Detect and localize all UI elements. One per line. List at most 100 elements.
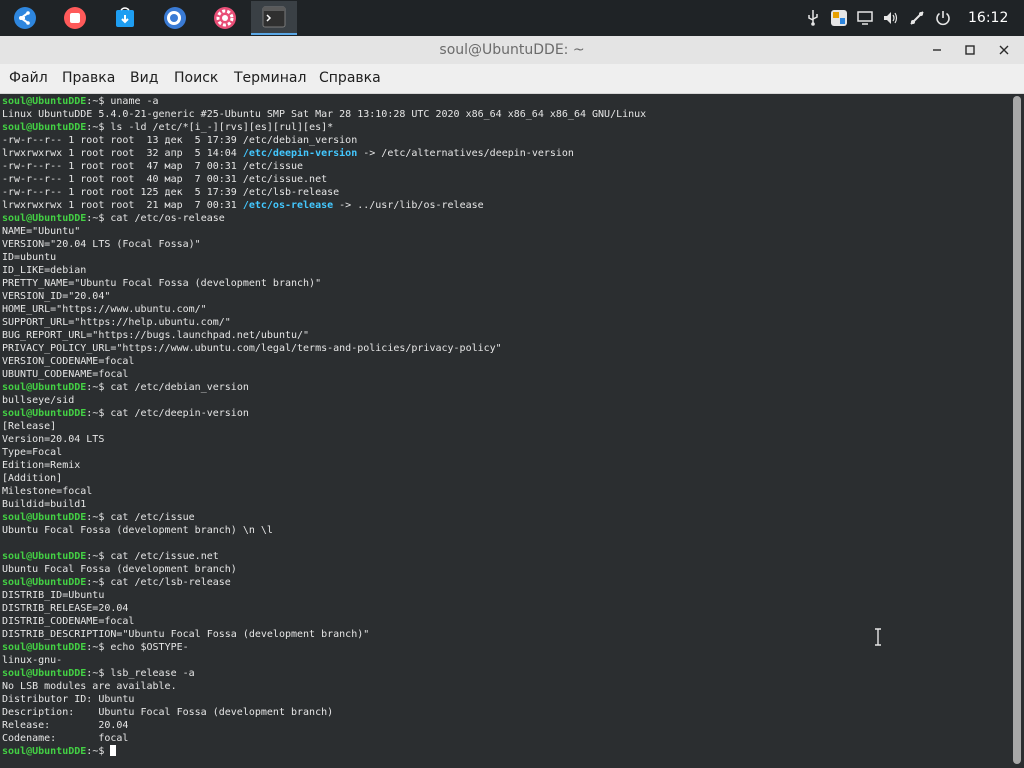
symlink-target: -> /etc/alternatives/deepin-version	[357, 148, 574, 159]
output-line: lrwxrwxrwx 1 root root 21 мар 7 00:31 /e…	[2, 199, 484, 212]
prompt-user: soul@UbuntuDDE	[2, 642, 87, 653]
command-text: cat /etc/issue.net	[110, 551, 219, 562]
output-line: -rw-r--r-- 1 root root 125 дек 5 17:39 /…	[2, 187, 340, 198]
menu-help[interactable]: Справка	[319, 70, 381, 86]
output-line: Milestone=focal	[2, 486, 93, 497]
prompt-line: soul@UbuntuDDE:~$ cat /etc/issue.net	[2, 550, 219, 563]
output-line: SUPPORT_URL="https://help.ubuntu.com/"	[2, 317, 231, 328]
output-line: BUG_REPORT_URL="https://bugs.launchpad.n…	[2, 330, 310, 341]
launcher-icon[interactable]	[11, 4, 39, 32]
command-text: cat /etc/issue	[110, 512, 195, 523]
terminal-cursor	[110, 745, 117, 756]
prompt-user: soul@UbuntuDDE	[2, 408, 87, 419]
prompt-line: soul@UbuntuDDE:~$ uname -a	[2, 95, 159, 108]
prompt-path: :~$	[86, 577, 111, 588]
output-line: Release: 20.04	[2, 720, 129, 731]
output-line: VERSION="20.04 LTS (Focal Fossa)"	[2, 239, 201, 250]
terminal-icon[interactable]	[251, 1, 297, 35]
prompt-user: soul@UbuntuDDE	[2, 577, 87, 588]
output-line: VERSION_CODENAME=focal	[2, 356, 135, 367]
settings-icon[interactable]	[211, 4, 239, 32]
prompt-path: :~$	[86, 551, 111, 562]
menu-bar: Файл Правка Вид Поиск Терминал Справка	[0, 64, 1024, 94]
prompt-path: :~$	[86, 96, 111, 107]
menu-file[interactable]: Файл	[9, 70, 48, 86]
scrollbar[interactable]	[1010, 94, 1024, 768]
output-line: lrwxrwxrwx 1 root root 32 апр 5 14:04 /e…	[2, 147, 574, 160]
prompt-user: soul@UbuntuDDE	[2, 668, 87, 679]
listing-meta: lrwxrwxrwx 1 root root 32 апр 5 14:04	[2, 148, 243, 159]
output-line: [Release]	[2, 421, 57, 432]
menu-view[interactable]: Вид	[130, 70, 158, 86]
prompt-line: soul@UbuntuDDE:~$ cat /etc/lsb-release	[2, 576, 231, 589]
prompt-user: soul@UbuntuDDE	[2, 746, 87, 757]
maximize-button[interactable]	[959, 40, 981, 60]
output-line: HOME_URL="https://www.ubuntu.com/"	[2, 304, 207, 315]
prompt-line: soul@UbuntuDDE:~$ cat /etc/deepin-versio…	[2, 407, 249, 420]
command-text: ls -ld /etc/*[i_-][rvs][es][rul][es]*	[110, 122, 334, 133]
output-line: VERSION_ID="20.04"	[2, 291, 111, 302]
network-icon[interactable]	[906, 7, 928, 29]
usb-icon[interactable]	[802, 7, 824, 29]
top-dock: 16:12	[0, 0, 1024, 36]
output-line: -rw-r--r-- 1 root root 47 мар 7 00:31 /e…	[2, 161, 304, 172]
listing-meta: lrwxrwxrwx 1 root root 21 мар 7 00:31	[2, 200, 243, 211]
display-icon[interactable]	[854, 7, 876, 29]
system-tray: 16:12	[802, 0, 1008, 36]
output-line: PRETTY_NAME="Ubuntu Focal Fossa (develop…	[2, 278, 322, 289]
prompt-line: soul@UbuntuDDE:~$ cat /etc/debian_versio…	[2, 381, 249, 394]
symlink-target: -> ../usr/lib/os-release	[333, 200, 484, 211]
command-text: cat /etc/lsb-release	[110, 577, 231, 588]
minimize-button[interactable]	[926, 40, 948, 60]
output-line: Description: Ubuntu Focal Fossa (develop…	[2, 707, 334, 718]
screen-recorder-icon[interactable]	[61, 4, 89, 32]
output-line: [Addition]	[2, 473, 63, 484]
terminal-window: soul@UbuntuDDE: ~ Файл Правка Вид Поиск …	[0, 36, 1024, 768]
output-line: NAME="Ubuntu"	[2, 226, 81, 237]
output-line: Linux UbuntuDDE 5.4.0-21-generic #25-Ubu…	[2, 109, 647, 120]
scrollbar-thumb[interactable]	[1013, 96, 1021, 764]
output-line: UBUNTU_CODENAME=focal	[2, 369, 129, 380]
keyboard-layout-icon[interactable]	[828, 7, 850, 29]
prompt-user: soul@UbuntuDDE	[2, 213, 87, 224]
command-text: echo $OSTYPE-	[110, 642, 189, 653]
output-line: Ubuntu Focal Fossa (development branch) …	[2, 525, 273, 536]
symlink-name: /etc/os-release	[242, 200, 334, 211]
clock[interactable]: 16:12	[968, 10, 1008, 26]
prompt-line: soul@UbuntuDDE:~$ echo $OSTYPE-	[2, 641, 189, 654]
output-line: DISTRIB_ID=Ubuntu	[2, 590, 105, 601]
command-text: cat /etc/deepin-version	[110, 408, 249, 419]
terminal-output[interactable]: soul@UbuntuDDE:~$ uname -a Linux UbuntuDD…	[0, 94, 1010, 768]
symlink-name: /etc/deepin-version	[242, 148, 358, 159]
output-line: Ubuntu Focal Fossa (development branch)	[2, 564, 237, 575]
prompt-path: :~$	[86, 512, 111, 523]
command-text: uname -a	[110, 96, 159, 107]
window-title: soul@UbuntuDDE: ~	[439, 42, 585, 58]
output-line: linux-gnu-	[2, 655, 63, 666]
prompt-line: soul@UbuntuDDE:~$ ls -ld /etc/*[i_-][rvs…	[2, 121, 333, 134]
prompt-line: soul@UbuntuDDE:~$ cat /etc/issue	[2, 511, 195, 524]
close-button[interactable]	[993, 40, 1015, 60]
prompt-path: :~$	[86, 122, 111, 133]
prompt-path: :~$	[86, 746, 111, 757]
menu-edit[interactable]: Правка	[62, 70, 115, 86]
menu-search[interactable]: Поиск	[174, 70, 218, 86]
menu-terminal[interactable]: Терминал	[234, 70, 306, 86]
output-line: bullseye/sid	[2, 395, 75, 406]
browser-icon[interactable]	[161, 4, 189, 32]
window-titlebar[interactable]: soul@UbuntuDDE: ~	[0, 36, 1024, 64]
output-line: DISTRIB_CODENAME=focal	[2, 616, 135, 627]
prompt-user: soul@UbuntuDDE	[2, 382, 87, 393]
prompt-line: soul@UbuntuDDE:~$	[2, 745, 117, 758]
app-store-icon[interactable]	[111, 4, 139, 32]
output-line: Type=Focal	[2, 447, 63, 458]
text-cursor-icon	[874, 628, 882, 646]
volume-icon[interactable]	[880, 7, 902, 29]
power-icon[interactable]	[932, 7, 954, 29]
prompt-user: soul@UbuntuDDE	[2, 96, 87, 107]
output-line: No LSB modules are available.	[2, 681, 177, 692]
prompt-line: soul@UbuntuDDE:~$ lsb_release -a	[2, 667, 195, 680]
output-line: ID_LIKE=debian	[2, 265, 87, 276]
output-line: Edition=Remix	[2, 460, 81, 471]
command-text: cat /etc/os-release	[110, 213, 225, 224]
